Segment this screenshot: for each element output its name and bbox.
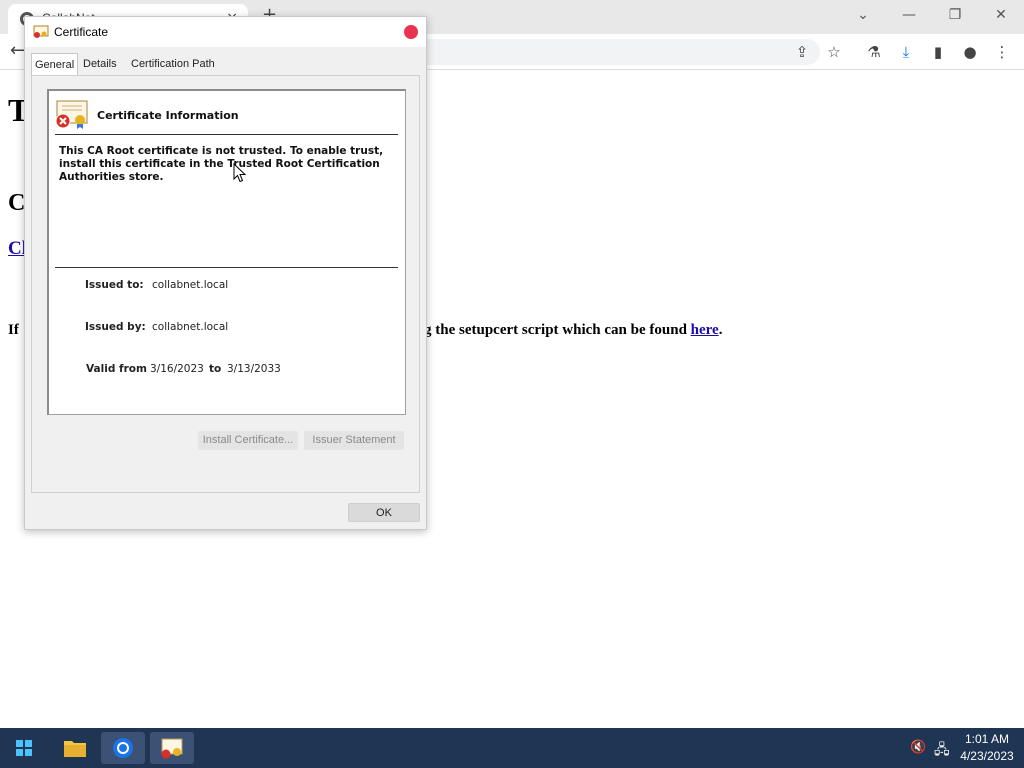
tab-search-button[interactable]: ⌄ <box>840 4 886 26</box>
dialog-title: Certificate <box>54 25 109 39</box>
here-link[interactable]: here <box>691 322 719 338</box>
valid-from-value: 3/16/2023 <box>150 363 204 375</box>
restore-button[interactable]: ❐ <box>932 4 978 26</box>
star-icon[interactable]: ☆ <box>824 42 844 62</box>
profile-icon[interactable]: ● <box>960 42 980 62</box>
side-panel-icon[interactable]: ▮ <box>928 42 948 62</box>
general-tab-panel: Certificate Information This CA Root cer… <box>31 75 420 493</box>
divider-top <box>55 134 398 135</box>
start-icon[interactable] <box>2 732 46 764</box>
issued-by-label: Issued by: <box>85 321 146 333</box>
certificate-taskbar-icon <box>161 738 183 759</box>
valid-from-label: Valid from <box>86 363 147 375</box>
clock-date[interactable]: 4/23/2023 <box>958 749 1016 763</box>
install-certificate-button[interactable]: Install Certificate... <box>198 431 298 450</box>
network-icon[interactable]: 🖧 <box>934 739 950 763</box>
page-paragraph-end: . <box>718 322 723 338</box>
tab-details[interactable]: Details <box>80 53 124 75</box>
certificate-info-box: Certificate Information This CA Root cer… <box>47 89 406 415</box>
volume-muted-icon[interactable]: 🔇 <box>910 740 926 755</box>
dialog-close-button[interactable] <box>404 25 418 39</box>
trust-warning-text: This CA Root certificate is not trusted.… <box>59 145 384 183</box>
divider-bottom <box>55 267 398 268</box>
labs-flask-icon[interactable]: ⚗ <box>864 42 884 62</box>
folder-icon <box>64 741 86 757</box>
download-icon[interactable]: ⤓ <box>896 42 916 62</box>
chrome-logo-icon <box>113 738 133 758</box>
share-icon[interactable]: ⇪ <box>792 42 812 62</box>
valid-to-label: to <box>209 363 222 375</box>
back-arrow-icon[interactable]: ← <box>10 40 25 61</box>
window-close-button[interactable]: ✕ <box>978 4 1024 26</box>
windows-logo-icon <box>16 740 32 756</box>
file-explorer-icon[interactable] <box>53 732 97 764</box>
page-paragraph-text: g the setupcert script which can be foun… <box>424 322 691 338</box>
dialog-titlebar[interactable]: Certificate <box>25 17 426 47</box>
tab-certification-path[interactable]: Certification Path <box>128 53 224 75</box>
page-paragraph-start: If <box>8 322 19 338</box>
certificate-dialog: Certificate General Details Certificatio… <box>24 16 427 530</box>
issued-by-value: collabnet.local <box>152 321 229 333</box>
certificate-icon <box>33 25 49 38</box>
chrome-icon[interactable] <box>101 732 145 764</box>
ok-button[interactable]: OK <box>348 503 420 522</box>
page-paragraph-tail: g the setupcert script which can be foun… <box>424 322 722 339</box>
untrusted-certificate-icon <box>55 100 88 129</box>
valid-to-value: 3/13/2033 <box>227 363 281 375</box>
clock-time[interactable]: 1:01 AM <box>958 732 1016 746</box>
issued-to-value: collabnet.local <box>152 279 229 291</box>
issued-to-label: Issued to: <box>85 279 144 291</box>
certificate-app-icon[interactable] <box>150 732 194 764</box>
page-subheading: C <box>8 190 26 216</box>
issuer-statement-button[interactable]: Issuer Statement <box>304 431 404 450</box>
mouse-cursor-icon <box>233 163 246 183</box>
tab-general[interactable]: General <box>31 53 78 76</box>
more-menu-icon[interactable]: ⋮ <box>992 42 1012 62</box>
minimize-button[interactable]: — <box>886 4 932 26</box>
info-heading: Certificate Information <box>97 109 239 122</box>
taskbar: 🔇 🖧 <box>0 728 1024 768</box>
